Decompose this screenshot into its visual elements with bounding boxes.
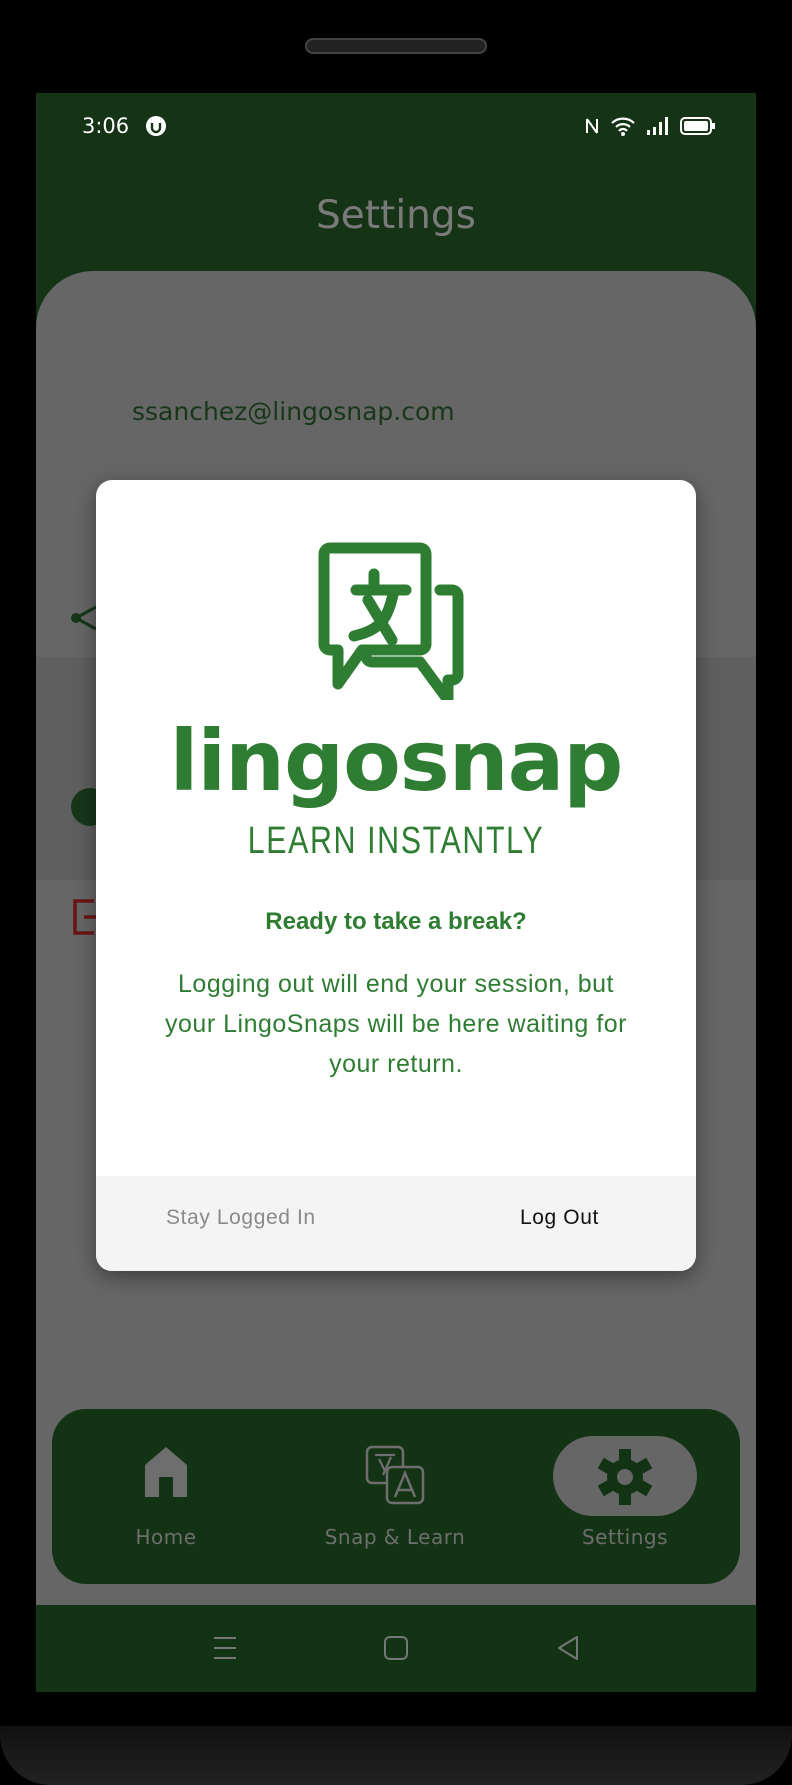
dialog-heading: Ready to take a break? bbox=[265, 908, 527, 935]
battery-icon bbox=[680, 117, 715, 135]
gear-icon bbox=[597, 1449, 653, 1505]
logo-wordmark: lingosnap bbox=[169, 712, 624, 810]
status-time: 3:06 bbox=[82, 114, 130, 138]
system-nav-bar bbox=[36, 1605, 756, 1692]
nav-label-snap-learn: Snap & Learn bbox=[324, 1525, 466, 1549]
recent-apps-icon[interactable] bbox=[212, 1635, 238, 1661]
page-title: Settings bbox=[316, 193, 476, 238]
home-icon bbox=[145, 1447, 187, 1497]
logout-dialog: lingosnap LEARN INSTANTLY Ready to take … bbox=[96, 480, 696, 1271]
nav-item-home[interactable]: Home bbox=[66, 1409, 266, 1584]
home-button-icon[interactable] bbox=[383, 1635, 409, 1661]
speaker-grille bbox=[305, 38, 487, 54]
log-out-button[interactable]: Log Out bbox=[520, 1206, 599, 1230]
back-icon[interactable] bbox=[555, 1635, 581, 1661]
translate-icon bbox=[365, 1445, 425, 1505]
stay-logged-in-button[interactable]: Stay Logged In bbox=[166, 1206, 316, 1230]
status-bar: 3:06 bbox=[82, 111, 716, 141]
nav-item-snap-learn[interactable]: Snap & Learn bbox=[295, 1409, 495, 1584]
nav-label-settings: Settings bbox=[581, 1525, 669, 1549]
bottom-nav: Home Snap & Learn Settings bbox=[52, 1409, 740, 1584]
nav-item-settings[interactable]: Settings bbox=[525, 1409, 725, 1584]
dialog-actions: Stay Logged In Log Out bbox=[96, 1176, 696, 1271]
dialog-message: Logging out will end your session, but y… bbox=[165, 970, 627, 1078]
wifi-icon bbox=[611, 117, 635, 136]
nfc-icon bbox=[586, 118, 598, 134]
lingosnap-logo-icon bbox=[318, 542, 464, 700]
phone-frame: 3:06 Settings ssanchez@lingosnap.com Hom… bbox=[0, 0, 792, 1785]
logo-tagline: LEARN INSTANTLY bbox=[247, 820, 545, 862]
nav-label-home: Home bbox=[135, 1525, 197, 1549]
notification-icon bbox=[146, 116, 167, 136]
phone-bottom-bezel bbox=[0, 1726, 792, 1785]
signal-icon bbox=[647, 117, 668, 135]
account-email: ssanchez@lingosnap.com bbox=[132, 397, 455, 426]
